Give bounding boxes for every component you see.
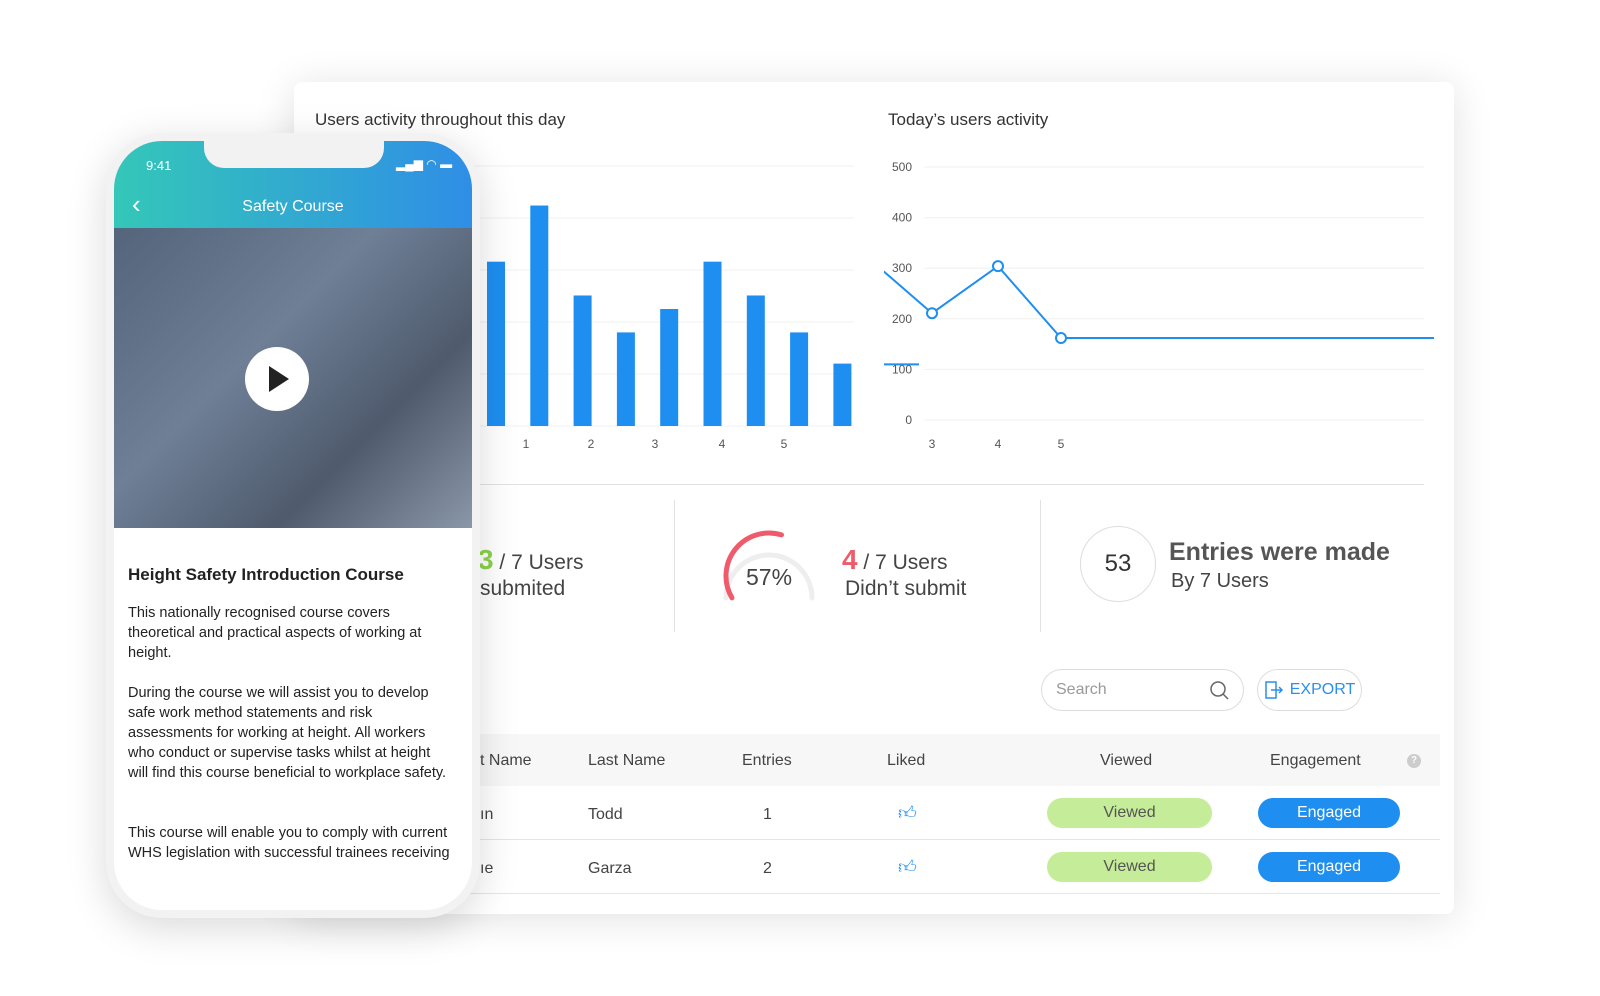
status-icons: ▂▄▆ ◠ ▬ (396, 157, 453, 171)
thumbs-up-icon[interactable]: 👍︎ (898, 856, 917, 878)
search-placeholder: Search (1056, 681, 1107, 698)
divider (1040, 500, 1041, 632)
bar (833, 363, 852, 426)
status-time: 9:41 (146, 158, 172, 173)
entries: 2 (763, 860, 772, 877)
bar (703, 261, 722, 426)
col-liked[interactable]: Liked (887, 752, 925, 770)
x-tick-label: 4 (719, 437, 726, 451)
play-button[interactable] (245, 347, 309, 411)
bar (616, 332, 635, 426)
bar (573, 295, 592, 426)
table-row[interactable]: ıe Garza 2 👍︎ Viewed Engaged (470, 840, 1440, 894)
app-title: Safety Course (242, 198, 344, 215)
export-label: EXPORT (1289, 681, 1356, 698)
x-tick-label: 1 (523, 437, 530, 451)
phone-notch (204, 141, 384, 168)
engaged-badge: Engaged (1258, 852, 1400, 882)
bar (746, 295, 765, 426)
table-header: t Name Last Name Entries Liked Viewed En… (470, 734, 1440, 786)
y-tick-label: 400 (892, 211, 912, 225)
entries-count: 53 (1104, 550, 1132, 577)
line-chart-title: Today’s users activity (888, 110, 1049, 129)
line-chart: 0100200300400500272812345 (884, 160, 1434, 451)
submitted-total: / 7 Users (499, 551, 584, 574)
table-row[interactable]: ın Todd 1 👍︎ Viewed Engaged (470, 786, 1440, 840)
course-title: Height Safety Introduction Course (128, 565, 404, 584)
x-tick-label: 4 (995, 437, 1002, 451)
gauge-percent: 57% (746, 564, 793, 590)
export-button[interactable]: EXPORT (1257, 669, 1362, 711)
engaged-badge: Engaged (1258, 798, 1400, 828)
viewed-badge: Viewed (1047, 852, 1212, 882)
first-name: ıe (480, 860, 494, 877)
viewed-badge: Viewed (1047, 798, 1212, 828)
x-tick-label: 5 (1058, 437, 1065, 451)
search-icon (1210, 681, 1229, 700)
thumbs-up-icon[interactable]: 👍︎ (898, 802, 917, 824)
course-paragraph: This course will enable you to comply wi… (128, 825, 450, 861)
col-engagement[interactable]: Engagement (1270, 752, 1361, 770)
series-line (884, 264, 1434, 366)
not-submitted-label: Didn’t submit (845, 577, 967, 600)
not-submitted-count: 4 (842, 544, 858, 575)
last-name: Todd (588, 806, 623, 823)
y-tick-label: 200 (892, 312, 912, 326)
entries: 1 (763, 806, 772, 823)
course-paragraph: During the course we will assist you to … (128, 685, 447, 781)
first-name: ın (480, 806, 494, 823)
phone-mockup: 9:41 ▂▄▆ ◠ ▬ ‹ Safety Course Height Safe… (106, 133, 480, 918)
not-submitted-total: / 7 Users (863, 551, 948, 574)
col-first-name[interactable]: t Name (480, 752, 532, 770)
x-tick-label: 3 (929, 437, 936, 451)
y-tick-label: 0 (905, 413, 912, 427)
x-tick-label: 2 (588, 437, 595, 451)
play-icon (269, 366, 289, 392)
x-tick-label: 5 (781, 437, 788, 451)
col-viewed[interactable]: Viewed (1100, 752, 1152, 770)
help-icon[interactable]: ? (1407, 754, 1421, 768)
submitted-count: 3 (478, 544, 494, 575)
bar (530, 205, 549, 426)
y-tick-label: 300 (892, 261, 912, 275)
divider (474, 484, 1424, 485)
submitted-label: submited (480, 577, 566, 600)
entries-sub: By 7 Users (1171, 570, 1269, 592)
data-point (992, 260, 1004, 273)
bar (660, 309, 679, 426)
search-input[interactable]: Search (1041, 669, 1244, 711)
y-tick-label: 500 (892, 160, 912, 174)
col-entries[interactable]: Entries (742, 752, 792, 770)
data-point (926, 307, 938, 320)
entries-title: Entries were made (1169, 538, 1390, 566)
last-name: Garza (588, 860, 632, 877)
entries-circle: 53 (1080, 526, 1156, 602)
data-point (1055, 332, 1067, 345)
bar (790, 332, 809, 426)
course-paragraph: This nationally recognised course covers… (128, 605, 422, 661)
x-tick-label: 3 (652, 437, 659, 451)
export-icon (1265, 681, 1283, 699)
bar (487, 261, 505, 426)
course-video[interactable] (114, 228, 472, 528)
divider (674, 500, 675, 632)
bar-chart-title: Users activity throughout this day (315, 110, 566, 129)
col-last-name[interactable]: Last Name (588, 752, 665, 770)
